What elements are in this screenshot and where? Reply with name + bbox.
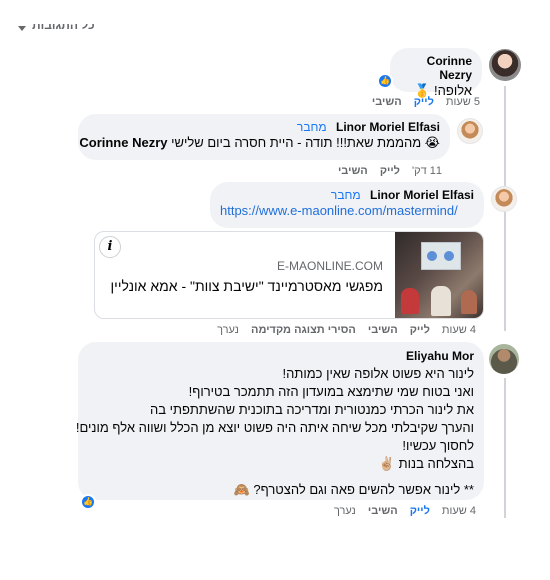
comment-actions: 4 שעות לייק השיבי הסירי תצוגה מקדימה נער… [200,324,476,336]
edited-label[interactable]: נערך [334,505,356,517]
comment-line: ** לינור אפשר להשים פאה וגם להצטרף? 🙈 [233,482,474,497]
like-button[interactable]: לייק [414,96,434,108]
mention-link[interactable]: Corinne Nezry [79,135,167,150]
comment-author[interactable]: Corinne Nezry [400,54,472,82]
link-preview[interactable]: E-MAONLINE.COM מפגשי מאסטרמיינד "ישיבת צ… [94,231,484,319]
comment-bubble: Linor Moriel Elfasi מחבר 😭 מהממת שאת!!! … [78,114,450,160]
comment-line: לינור היא פשוט אלופה שאין כמותה! [282,366,474,381]
comment-time[interactable]: 4 שעות [442,505,476,517]
comment-bubble: Linor Moriel Elfasi מחבר https://www.e-m… [210,182,484,228]
comment-actions: 5 שעות לייק השיבי [370,96,480,108]
comment-line: בהצלחה בנות ✌🏼 [378,456,474,471]
preview-domain: E-MAONLINE.COM [276,259,383,273]
comment-bubble: Eliyahu Mor לינור היא פשוט אלופה שאין כמ… [75,342,484,500]
preview-image [395,232,483,318]
avatar[interactable] [489,49,521,81]
reply-button[interactable]: השיבי [368,505,398,517]
like-button[interactable]: לייק [410,324,430,336]
comment-link[interactable]: https://www.e-maonline.com/mastermind/ [220,203,458,218]
comment-header: Linor Moriel Elfasi מחבר [88,120,440,134]
caret-down-icon [18,26,26,31]
preview-title: מפגשי מאסטרמיינד "ישיבת צוות" - אמא אונל… [110,278,383,294]
info-icon[interactable]: i [99,236,121,258]
author-badge: מחבר [296,120,327,134]
comment-line: את לינור הכרתי כמנטורית ומדריכה בתוכנית … [149,402,474,417]
comment-time[interactable]: 4 שעות [442,324,476,336]
comment-line: והערך שקיבלתי מכל שיחה איתה היה פשוט יוצ… [75,420,474,435]
comment-actions: 4 שעות לייק השיבי נערך [300,505,476,517]
comment-actions: 11 דק' לייק השיבי [300,165,442,177]
thread-line [504,378,506,518]
reply-button[interactable]: השיבי [368,324,398,336]
comment-bubble: Corinne Nezry אלופה! 🥇 [390,48,482,98]
like-icon[interactable]: 👍 [80,494,96,510]
comment-header: Linor Moriel Elfasi מחבר [220,188,474,202]
like-button[interactable]: לייק [410,505,430,517]
link-row: https://www.e-maonline.com/mastermind/ [220,202,474,220]
all-comments-filter[interactable]: כל התגובות [18,24,108,38]
comment-author[interactable]: Eliyahu Mor [88,349,474,363]
comment-text: 😭 מהממת שאת!!! תודה - היית חסרה ביום שלי… [79,134,440,152]
comment-author[interactable]: Linor Moriel Elfasi [336,120,440,134]
edited-label[interactable]: נערך [217,324,239,336]
comment-author[interactable]: Linor Moriel Elfasi [370,188,474,202]
avatar[interactable] [491,186,517,212]
filter-label: כל התגובות [32,24,95,32]
reply-button[interactable]: השיבי [372,96,402,108]
comment-line: ואני בטוח שמי שתימצא במועדון הזה תתמכר ב… [188,384,474,399]
comment-body: 😭 מהממת שאת!!! תודה - היית חסרה ביום שלי… [171,135,440,150]
comment-line [88,473,474,481]
remove-preview-button[interactable]: הסירי תצוגה מקדימה [251,324,356,336]
reply-button[interactable]: השיבי [338,165,368,177]
like-icon[interactable]: 👍 [377,73,393,89]
author-badge: מחבר [330,188,361,202]
comment-line: לחסוך עכשיו! [402,438,474,453]
comment-time[interactable]: 11 דק' [412,165,442,177]
avatar[interactable] [489,344,519,374]
like-button[interactable]: לייק [380,165,400,177]
comment-time[interactable]: 5 שעות [446,96,480,108]
avatar[interactable] [457,118,483,144]
